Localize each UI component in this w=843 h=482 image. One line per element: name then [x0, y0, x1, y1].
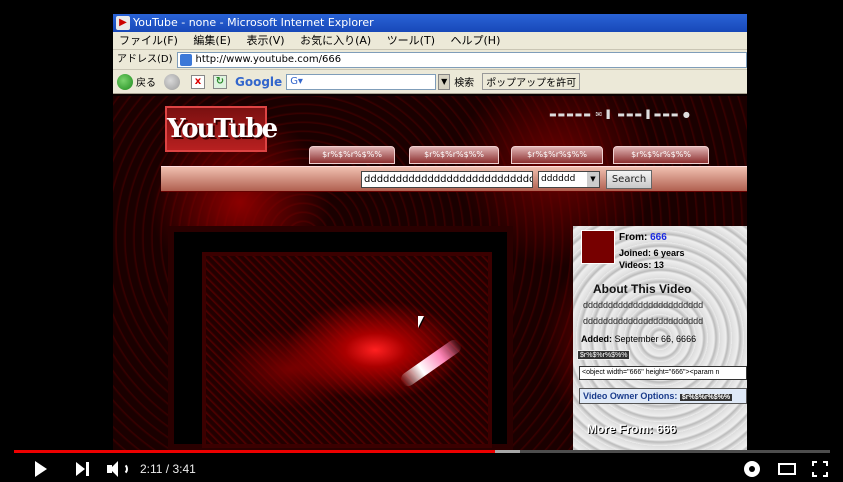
progress-bar[interactable]: [14, 450, 830, 453]
ie-toolbar: 戻る x ↻ Google G▾ ▼ 検索 ポップアップを許可: [113, 70, 747, 94]
time-display: 2:11 / 3:41: [140, 462, 196, 476]
ie-menu-view: 表示(V): [246, 34, 285, 47]
more-from-title: More From: 666: [587, 422, 677, 436]
mouse-cursor-icon: [418, 316, 424, 328]
from-user: 666: [650, 232, 667, 243]
joined-text: Joined: 6 years: [619, 248, 685, 258]
video-player[interactable]: ▶ YouTube - none - Microsoft Internet Ex…: [0, 0, 843, 482]
forward-arrow-icon: [164, 73, 180, 90]
page-icon: [179, 53, 192, 66]
google-toolbar-logo: Google: [235, 74, 283, 89]
embedded-video-frame: [168, 226, 513, 450]
back-button: 戻る: [117, 73, 156, 90]
search-input: dddddddddddddddddddddddddddddd: [361, 171, 533, 188]
embed-code-field: <object width="666" height="666"><param …: [579, 366, 747, 380]
ie-address-bar: アドレス(D) http://www.youtube.com/666: [113, 50, 747, 70]
videos-count: Videos: 13: [619, 260, 664, 270]
youtube-logo: YouTube: [165, 106, 278, 152]
stop-button: x: [191, 74, 205, 89]
owner-garbled-label: $r%$%r%$%%: [679, 394, 733, 401]
search-bar: dddddddddddddddddddddddddddddd dddddd ▼ …: [161, 166, 747, 192]
search-category-value: dddddd: [541, 174, 576, 184]
ie-title-bar: ▶ YouTube - none - Microsoft Internet Ex…: [113, 14, 747, 32]
ie-window-title: YouTube - none - Microsoft Internet Expl…: [133, 16, 374, 29]
embedded-video-image: [202, 252, 492, 448]
progress-fill: [14, 450, 496, 453]
description-line-2: dddddddddddddddddddddddd: [583, 316, 704, 326]
address-value: http://www.youtube.com/666: [195, 53, 342, 65]
ie-menu-favorites: お気に入り(A): [300, 34, 372, 47]
back-arrow-icon: [117, 73, 133, 90]
avatar: [581, 230, 615, 264]
description-line-1: dddddddddddddddddddddddd: [583, 300, 704, 310]
search-button: Search: [606, 170, 652, 189]
volume-icon[interactable]: [107, 460, 129, 478]
popup-allow-label: ポップアップを許可: [482, 73, 581, 90]
nav-tab-4: $r%$%r%$%%: [613, 146, 709, 164]
ie-menu-bar: ファイル(F) 編集(E) 表示(V) お気に入り(A) ツール(T) ヘルプ(…: [113, 32, 747, 50]
from-line: From: 666: [619, 232, 667, 243]
youtube-favicon-icon: ▶: [116, 16, 130, 30]
address-field: http://www.youtube.com/666: [176, 51, 747, 68]
ie-menu-file: ファイル(F): [119, 34, 178, 47]
about-title: About This Video: [593, 282, 692, 296]
play-icon[interactable]: [35, 461, 47, 477]
added-value: September 66, 6666: [614, 334, 697, 344]
ie-menu-help: ヘルプ(H): [450, 34, 501, 47]
google-search-label: 検索: [454, 78, 475, 89]
owner-options-label: Video Owner Options:: [583, 391, 678, 401]
top-links: ▬▬▬▬▬ ✉ ▌ ▬▬▬ ▌▬▬▬ ●: [549, 110, 691, 119]
owner-options: Video Owner Options: $r%$%r%$%%: [579, 388, 747, 404]
gear-icon[interactable]: [744, 461, 760, 477]
forward-button: [164, 73, 183, 90]
refresh-icon: ↻: [213, 74, 227, 89]
refresh-button: ↻: [213, 74, 227, 89]
nav-tab-2: $r%$%r%$%%: [409, 146, 499, 164]
nav-tab-3: $r%$%r%$%%: [511, 146, 603, 164]
nav-tab-1: $r%$%r%$%%: [309, 146, 395, 164]
google-dropdown-icon: ▼: [438, 73, 451, 90]
ie-menu-tools: ツール(T): [386, 34, 435, 47]
from-label: From:: [619, 232, 648, 243]
video-info-panel: From: 666 Joined: 6 years Videos: 13 Abo…: [573, 226, 747, 450]
video-screen[interactable]: ▶ YouTube - none - Microsoft Internet Ex…: [113, 14, 747, 450]
theater-mode-icon[interactable]: [778, 463, 796, 475]
next-icon[interactable]: [76, 462, 90, 476]
garbled-label: $r%$%r%$%%: [577, 350, 631, 360]
fullscreen-icon[interactable]: [812, 461, 828, 477]
address-label: アドレス(D): [117, 53, 173, 65]
video-streak: [398, 337, 464, 389]
stop-icon: x: [191, 74, 205, 89]
youtube-page: YouTube ▬▬▬▬▬ ✉ ▌ ▬▬▬ ▌▬▬▬ ● $r%$%r%$%% …: [113, 96, 747, 450]
added-label: Added:: [581, 334, 612, 344]
chevron-down-icon: ▼: [587, 172, 599, 187]
ie-menu-edit: 編集(E): [193, 34, 231, 47]
search-category-select: dddddd ▼: [538, 171, 600, 188]
back-label: 戻る: [136, 78, 156, 89]
added-line: Added: September 66, 6666: [581, 334, 696, 344]
google-search-box: G▾: [286, 73, 437, 90]
player-controls: 2:11 / 3:41: [0, 455, 843, 482]
